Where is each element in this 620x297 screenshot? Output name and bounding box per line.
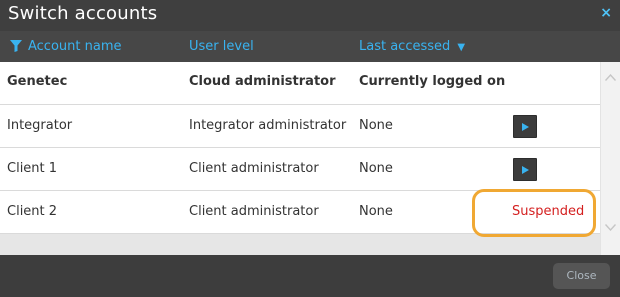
account-name-cell: Client 2 bbox=[7, 204, 58, 219]
column-header-user-level[interactable]: User level bbox=[189, 39, 254, 54]
table-row[interactable]: Client 1 Client administrator None bbox=[0, 148, 600, 191]
user-level-cell: Integrator administrator bbox=[189, 118, 347, 133]
dialog-footer: Close bbox=[0, 255, 620, 297]
last-accessed-cell: None bbox=[359, 204, 393, 219]
filter-icon bbox=[10, 40, 22, 52]
chevron-up-icon[interactable] bbox=[605, 74, 616, 81]
user-level-cell: Client administrator bbox=[189, 161, 319, 176]
sort-descending-icon: ▼ bbox=[457, 42, 466, 53]
table-row-current-account: Genetec Cloud administrator Currently lo… bbox=[0, 62, 600, 105]
vertical-scrollbar[interactable] bbox=[600, 62, 620, 255]
last-accessed-cell: None bbox=[359, 118, 393, 133]
account-name-cell: Client 1 bbox=[7, 161, 58, 176]
account-name-cell: Genetec bbox=[7, 74, 68, 89]
column-header-last-accessed-label: Last accessed bbox=[359, 39, 451, 54]
dialog-title: Switch accounts bbox=[8, 3, 158, 24]
last-accessed-cell: Currently logged on bbox=[359, 74, 506, 89]
table-row[interactable]: Integrator Integrator administrator None bbox=[0, 105, 600, 148]
column-header-bar: Account name User level Last accessed ▼ bbox=[0, 31, 620, 62]
column-header-last-accessed[interactable]: Last accessed ▼ bbox=[359, 39, 465, 54]
chevron-down-icon[interactable] bbox=[605, 224, 616, 231]
switch-account-button[interactable] bbox=[513, 158, 537, 181]
close-icon[interactable]: × bbox=[600, 5, 612, 21]
title-bar: Switch accounts × bbox=[0, 0, 620, 31]
column-header-account-name-label: Account name bbox=[28, 39, 122, 54]
switch-accounts-dialog: Switch accounts × Account name User leve… bbox=[0, 0, 620, 297]
switch-account-button[interactable] bbox=[513, 115, 537, 138]
suspended-highlight-callout bbox=[472, 189, 596, 237]
user-level-cell: Cloud administrator bbox=[189, 74, 336, 89]
column-header-account-name[interactable]: Account name bbox=[10, 39, 122, 54]
play-icon bbox=[522, 166, 529, 174]
close-button[interactable]: Close bbox=[553, 263, 610, 289]
last-accessed-cell: None bbox=[359, 161, 393, 176]
account-name-cell: Integrator bbox=[7, 118, 73, 133]
user-level-cell: Client administrator bbox=[189, 204, 319, 219]
play-icon bbox=[522, 123, 529, 131]
